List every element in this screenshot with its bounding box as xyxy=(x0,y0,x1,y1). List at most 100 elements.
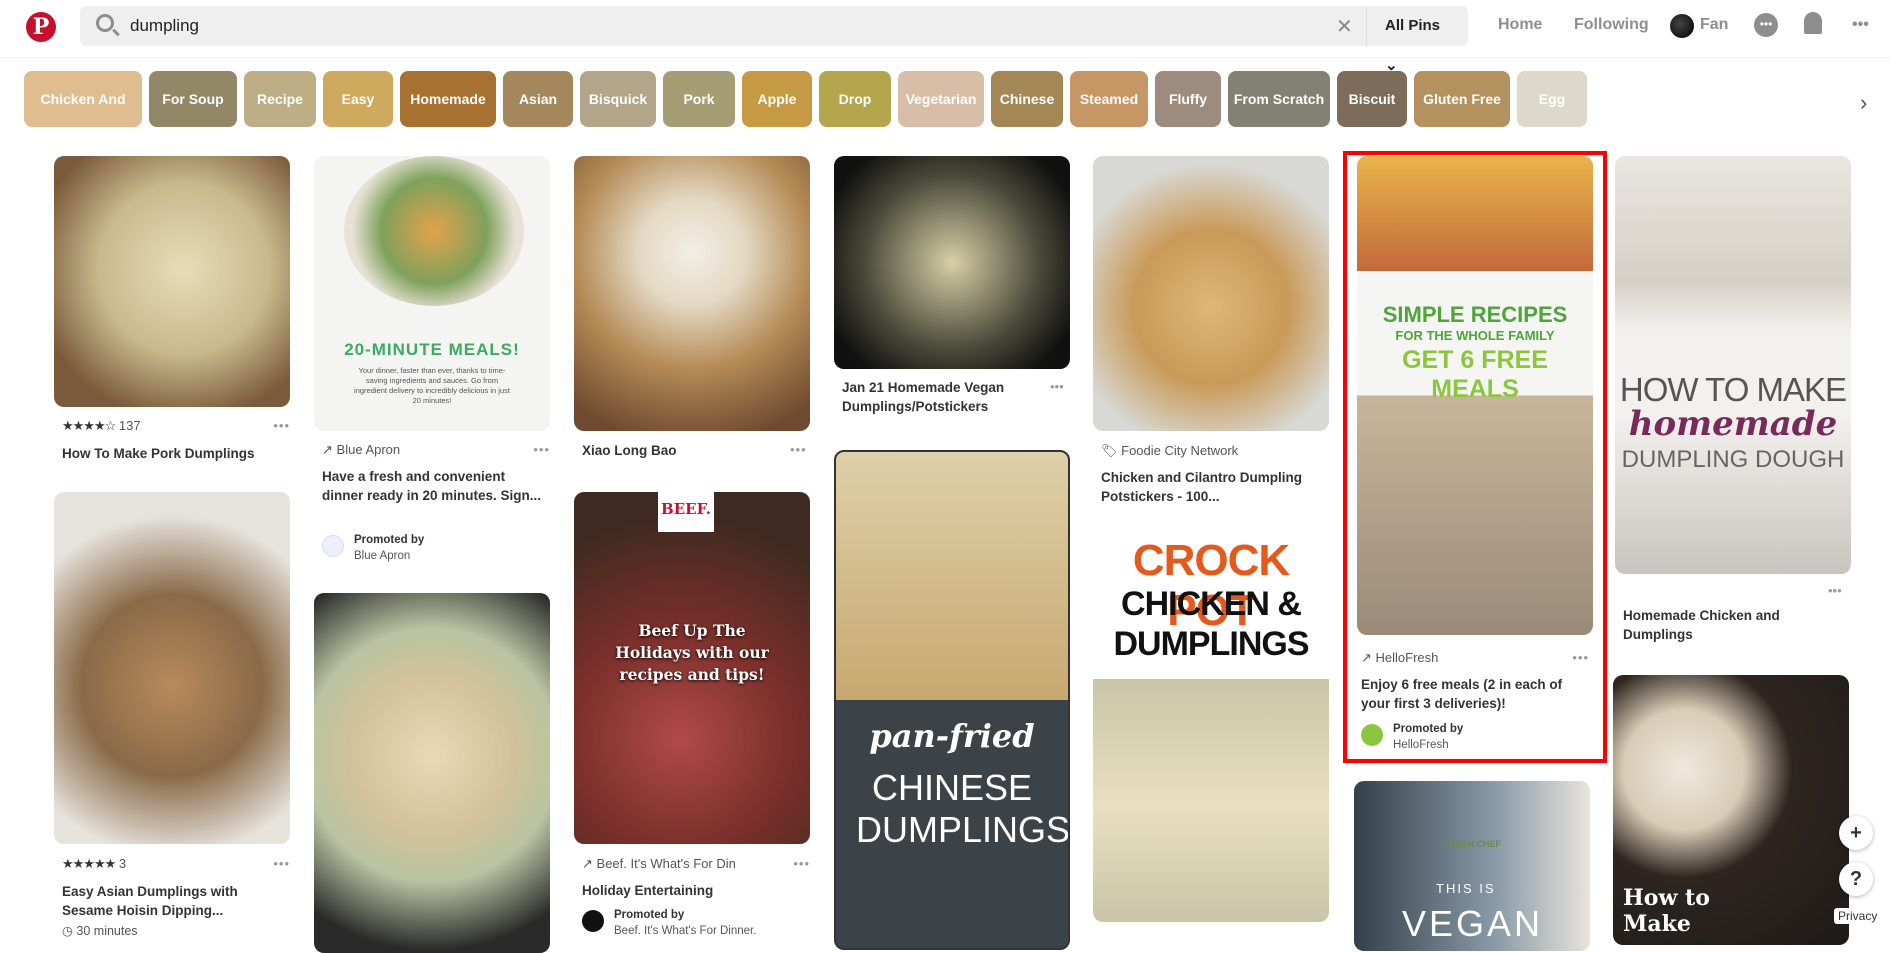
promoted-label: Promoted by xyxy=(1393,723,1464,735)
promoter-name: Blue Apron xyxy=(354,550,411,562)
pin-title[interactable]: Easy Asian Dumplings with Sesame Hoisin … xyxy=(62,882,282,920)
chip-fade xyxy=(1760,66,1890,132)
promoted-label: Promoted by xyxy=(354,534,425,546)
chip-egg[interactable]: Egg xyxy=(1517,71,1587,127)
nav-home[interactable]: Home xyxy=(1498,16,1542,34)
arrow-up-right-icon: ↗ xyxy=(1361,650,1372,665)
pin-image[interactable] xyxy=(1093,156,1329,431)
chip-asian[interactable]: Asian xyxy=(503,71,573,127)
hellofresh-avatar xyxy=(1361,724,1383,746)
pin-image[interactable]: SIMPLE RECIPES FOR THE WHOLE FAMILY GET … xyxy=(1357,156,1593,635)
pin-title[interactable]: Chicken and Cilantro Dumpling Potsticker… xyxy=(1101,468,1321,506)
ad-offer: GET 6 FREE MEALS xyxy=(1402,346,1548,403)
pin-title[interactable]: Have a fresh and convenient dinner ready… xyxy=(322,467,542,505)
top-bar: P ✕ All Pins ⌄ Home Following Fan ••• ••… xyxy=(0,0,1890,74)
pin-image[interactable]: pan-fried CHINESE DUMPLINGS xyxy=(834,450,1070,950)
overlay-text: VEGAN xyxy=(1402,903,1544,944)
pin-source[interactable]: 🏷 Foodie City Network xyxy=(1101,443,1337,459)
help-button[interactable]: ? xyxy=(1839,862,1873,896)
nav-following[interactable]: Following xyxy=(1574,16,1649,34)
ad-headline: Beef Up The Holidays with our recipes an… xyxy=(615,621,769,684)
chip-homemade[interactable]: Homemade xyxy=(400,71,496,127)
pin-image[interactable] xyxy=(314,593,550,953)
rating-count: 137 xyxy=(118,418,141,433)
promoter-name: HelloFresh xyxy=(1393,739,1449,751)
beef-logo: BEEF. xyxy=(658,492,714,532)
pin-image[interactable] xyxy=(54,156,290,407)
more-icon[interactable]: ••• xyxy=(1828,583,1842,598)
chip-apple[interactable]: Apple xyxy=(742,71,812,127)
pin-image[interactable] xyxy=(574,156,810,431)
pinterest-logo[interactable]: P xyxy=(26,12,56,42)
ad-subtext: Your dinner, faster than ever, thanks to… xyxy=(354,366,510,405)
pin-image[interactable]: BEEF. Beef Up The Holidays with our reci… xyxy=(574,492,810,844)
plate-graphic xyxy=(344,156,524,306)
filter-label: All Pins xyxy=(1385,17,1441,34)
more-icon[interactable]: ••• xyxy=(533,442,550,457)
more-icon[interactable]: ••• xyxy=(1572,650,1589,665)
chip-drop[interactable]: Drop xyxy=(819,71,891,127)
pin-title[interactable]: How To Make Pork Dumplings xyxy=(62,444,282,463)
avatar[interactable] xyxy=(1670,14,1694,38)
privacy-link[interactable]: Privacy xyxy=(1834,908,1882,924)
pin-rating: ★★★★☆ 137 ••• xyxy=(62,418,298,434)
chevron-right-icon[interactable]: › xyxy=(1860,90,1867,116)
chip-vegetarian[interactable]: Vegetarian xyxy=(898,71,984,127)
chip-chinese[interactable]: Chinese xyxy=(991,71,1063,127)
pin-image[interactable]: How to Make xyxy=(1613,675,1849,945)
arrow-up-right-icon: ↗ xyxy=(582,856,593,871)
notifications-bell-icon[interactable] xyxy=(1804,12,1822,34)
clear-search-icon[interactable]: ✕ xyxy=(1336,14,1353,39)
beef-avatar xyxy=(582,910,604,932)
more-icon[interactable]: ••• xyxy=(273,418,290,433)
source-name: Blue Apron xyxy=(336,442,401,457)
pin-image[interactable]: HOW TO MAKE homemade DUMPLING DOUGH xyxy=(1615,156,1851,574)
chip-from-scratch[interactable]: From Scratch xyxy=(1228,71,1330,127)
pin-rating: ★★★★★ 3 ••• xyxy=(62,856,298,872)
chip-fluffy[interactable]: Fluffy xyxy=(1155,71,1221,127)
pin-image[interactable] xyxy=(54,492,290,844)
source-name: HelloFresh xyxy=(1375,650,1439,665)
pin-source[interactable]: ↗ Beef. It's What's For Din ••• xyxy=(582,856,818,872)
messages-icon[interactable]: ••• xyxy=(1754,13,1778,37)
search-icon xyxy=(96,14,114,32)
ad-headline: 20-MINUTE MEALS! xyxy=(344,340,520,359)
pin-title[interactable]: Homemade Chicken and Dumplings xyxy=(1623,606,1843,644)
pin-source[interactable]: ↗ Blue Apron ••• xyxy=(322,442,558,458)
ad-subhead: FOR THE WHOLE FAMILY xyxy=(1395,328,1555,343)
pin-image[interactable]: GREEN CHEF THIS IS VEGAN xyxy=(1354,781,1590,951)
pin-title[interactable]: Holiday Entertaining xyxy=(582,881,802,900)
pin-image[interactable]: 20-MINUTE MEALS! Your dinner, faster tha… xyxy=(314,156,550,431)
chip-for-soup[interactable]: For Soup xyxy=(149,71,237,127)
chip-steamed[interactable]: Steamed xyxy=(1070,71,1148,127)
chip-gluten-free[interactable]: Gluten Free xyxy=(1414,71,1510,127)
ad-headline: SIMPLE RECIPES xyxy=(1382,302,1568,327)
more-icon[interactable]: ••• xyxy=(793,856,810,871)
chip-bisquick[interactable]: Bisquick xyxy=(580,71,656,127)
arrow-up-right-icon: ↗ xyxy=(322,442,333,457)
chip-biscuit[interactable]: Biscuit xyxy=(1337,71,1407,127)
chip-easy[interactable]: Easy xyxy=(323,71,393,127)
search-bar: ✕ All Pins ⌄ xyxy=(80,6,1468,74)
pin-title[interactable]: Xiao Long Bao xyxy=(582,441,802,460)
pin-title[interactable]: Jan 21 Homemade Vegan Dumplings/Potstick… xyxy=(842,378,1062,416)
pin-source[interactable]: ↗ HelloFresh ••• xyxy=(1361,650,1597,666)
stars-icon: ★★★★★ xyxy=(62,856,116,871)
nav-profile[interactable]: Fan xyxy=(1700,16,1728,34)
add-pin-button[interactable]: + xyxy=(1839,816,1873,850)
overlay-text: pan-fried xyxy=(869,717,1035,755)
chip-pork[interactable]: Pork xyxy=(663,71,735,127)
search-input[interactable] xyxy=(130,14,1330,38)
promoter-name: Beef. It's What's For Dinner. xyxy=(614,925,757,937)
pin-image[interactable] xyxy=(834,156,1070,369)
pin-filter-dropdown[interactable]: All Pins ⌄ xyxy=(1366,6,1468,74)
pin-image[interactable]: CROCK POT CHICKEN & DUMPLINGS xyxy=(1093,536,1329,922)
more-icon[interactable]: ••• xyxy=(1050,379,1064,394)
overlay-text: GREEN CHEF xyxy=(1442,839,1502,849)
chip-recipe[interactable]: Recipe xyxy=(244,71,316,127)
promoted-label: Promoted by xyxy=(614,909,685,921)
chip-chicken-and[interactable]: Chicken And xyxy=(24,71,142,127)
more-options-icon[interactable]: ••• xyxy=(1852,16,1869,34)
more-icon[interactable]: ••• xyxy=(273,856,290,871)
pin-title[interactable]: Enjoy 6 free meals (2 in each of your fi… xyxy=(1361,675,1581,713)
